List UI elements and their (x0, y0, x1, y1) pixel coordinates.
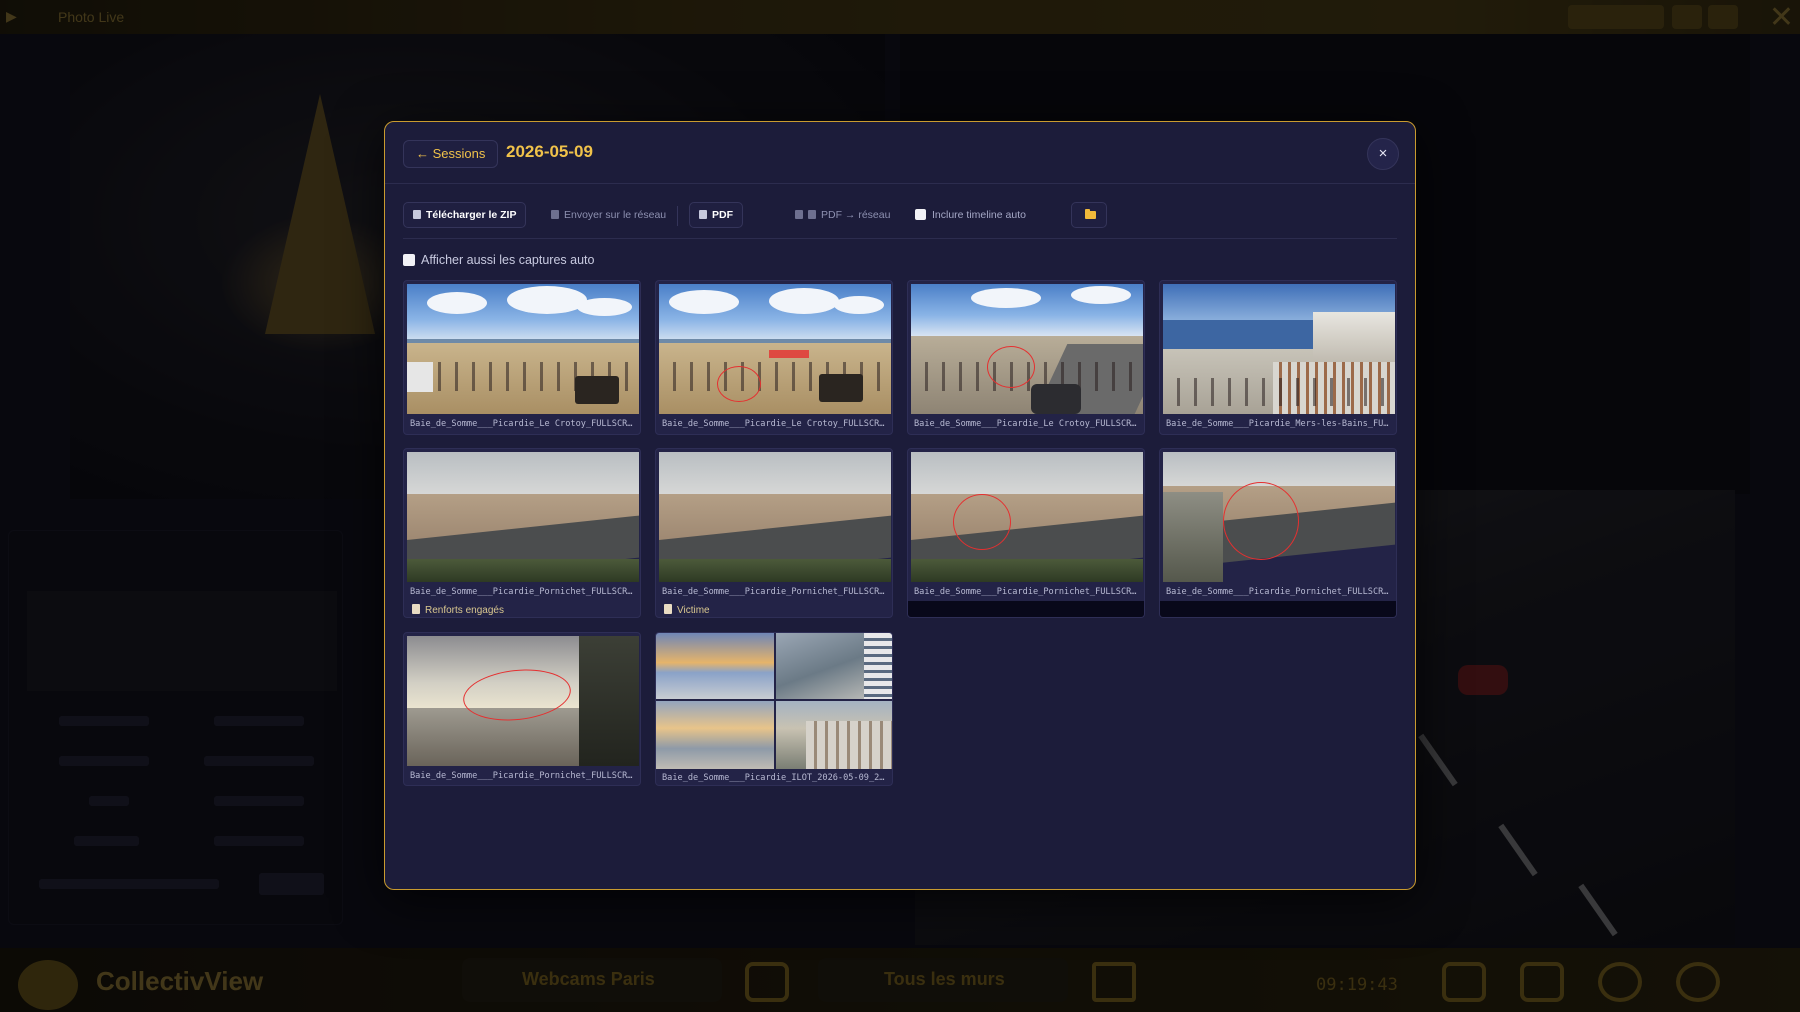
capture-card[interactable]: Baie_de_Somme___Picardie_Le Crotoy_FULLS… (655, 280, 893, 435)
note-icon (664, 604, 672, 614)
include-timeline-checkbox[interactable] (915, 209, 926, 220)
show-auto-captures-checkbox[interactable] (403, 254, 415, 266)
capture-thumbnail (407, 452, 639, 582)
close-icon: × (1378, 145, 1388, 162)
pdf-network-label: PDF → réseau (821, 209, 891, 221)
capture-filename: Baie_de_Somme___Picardie_Pornichet_FULLS… (410, 771, 633, 781)
document-icon (795, 210, 803, 219)
modal-header: ← Sessions 2026-05-09 × (385, 122, 1415, 184)
capture-thumbnail (407, 636, 639, 766)
capture-card[interactable]: Baie_de_Somme___Picardie_ILOT_2026-05-09… (655, 632, 893, 786)
download-zip-button[interactable]: Télécharger le ZIP (403, 202, 527, 228)
archive-icon (413, 210, 421, 219)
capture-card[interactable]: Baie_de_Somme___Picardie_Le Crotoy_FULLS… (907, 280, 1145, 435)
capture-filename: Baie_de_Somme___Picardie_Le Crotoy_FULLS… (914, 419, 1137, 429)
capture-card[interactable]: Baie_de_Somme___Picardie_Mers-les-Bains_… (1159, 280, 1397, 435)
capture-note: Renforts engagés (412, 604, 504, 616)
note-icon (412, 604, 420, 614)
capture-filename: Baie_de_Somme___Picardie_Pornichet_FULLS… (410, 587, 633, 597)
capture-thumbnail (1163, 284, 1395, 414)
toolbar-divider (403, 238, 1397, 239)
capture-card[interactable]: Baie_de_Somme___Picardie_Pornichet_FULLS… (907, 448, 1145, 618)
download-zip-label: Télécharger le ZIP (426, 209, 517, 221)
capture-card[interactable]: Baie_de_Somme___Picardie_Pornichet_FULLS… (403, 448, 641, 618)
capture-thumbnail (659, 452, 891, 582)
capture-thumbnail (911, 452, 1143, 582)
pdf-network-button[interactable]: PDF → réseau (785, 202, 900, 228)
capture-note-label: Renforts engagés (425, 605, 504, 616)
capture-thumbnail (911, 284, 1143, 414)
capture-thumbnail (659, 284, 891, 414)
capture-card[interactable]: Baie_de_Somme___Picardie_Pornichet_FULLS… (403, 632, 641, 786)
capture-card[interactable]: Baie_de_Somme___Picardie_Pornichet_FULLS… (1159, 448, 1397, 618)
close-modal-button[interactable]: × (1367, 138, 1399, 170)
folder-icon (1085, 209, 1096, 219)
toolbar-separator (677, 206, 678, 226)
capture-card[interactable]: Baie_de_Somme___Picardie_Le Crotoy_FULLS… (403, 280, 641, 435)
capture-thumbnail (407, 284, 639, 414)
pdf-button[interactable]: PDF (689, 202, 743, 228)
capture-filename: Baie_de_Somme___Picardie_Le Crotoy_FULLS… (410, 419, 633, 429)
capture-thumbnail (1163, 452, 1395, 582)
session-toolbar: Télécharger le ZIP Envoyer sur le réseau… (403, 202, 1397, 230)
document-icon (699, 210, 707, 219)
session-date-title: 2026-05-09 (506, 142, 593, 161)
pdf-label: PDF (712, 209, 733, 221)
capture-filename: Baie_de_Somme___Picardie_Le Crotoy_FULLS… (662, 419, 885, 429)
send-network-label: Envoyer sur le réseau (564, 209, 667, 221)
capture-filename: Baie_de_Somme___Picardie_Pornichet_FULLS… (1166, 587, 1389, 597)
capture-note: Victime (664, 604, 710, 616)
capture-filename: Baie_de_Somme___Picardie_Pornichet_FULLS… (914, 587, 1137, 597)
include-timeline-toggle[interactable]: Inclure timeline auto (915, 205, 1026, 225)
capture-card[interactable]: Baie_de_Somme___Picardie_Pornichet_FULLS… (655, 448, 893, 618)
network-icon (551, 210, 559, 219)
open-folder-button[interactable] (1071, 202, 1107, 228)
show-auto-captures-label: Afficher aussi les captures auto (421, 253, 595, 267)
capture-thumbnail-mosaic (656, 633, 892, 769)
capture-note-label: Victime (677, 605, 710, 616)
capture-filename: Baie_de_Somme___Picardie_Mers-les-Bains_… (1166, 419, 1389, 429)
session-gallery-modal: ← Sessions 2026-05-09 × Télécharger le Z… (384, 121, 1416, 890)
back-to-sessions-button[interactable]: ← Sessions (403, 140, 499, 168)
card-footer (1160, 601, 1396, 617)
capture-filename: Baie_de_Somme___Picardie_Pornichet_FULLS… (662, 587, 885, 597)
send-network-button[interactable]: Envoyer sur le réseau (541, 202, 676, 228)
card-footer (908, 601, 1144, 617)
network-icon (808, 210, 816, 219)
show-auto-captures-toggle[interactable]: Afficher aussi les captures auto (403, 252, 594, 268)
capture-filename: Baie_de_Somme___Picardie_ILOT_2026-05-09… (662, 773, 885, 783)
include-timeline-label: Inclure timeline auto (932, 209, 1026, 221)
